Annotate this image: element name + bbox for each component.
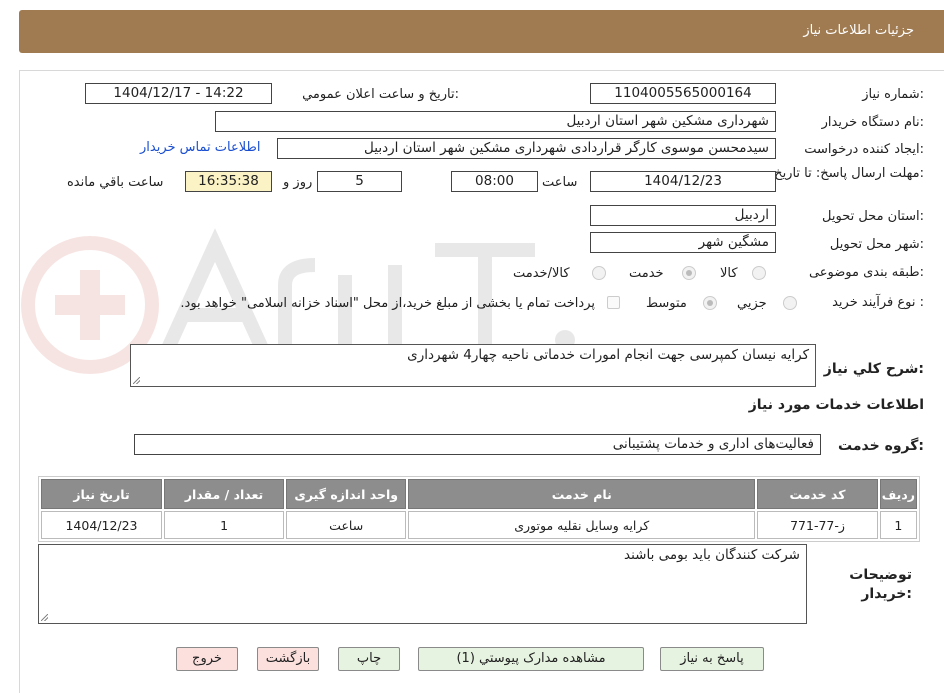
column-header-date: تاریخ نیاز	[41, 479, 162, 509]
announce-label: تاریخ و ساعت اعلان عمومي:	[302, 87, 459, 102]
notes-text: شرکت کنندگان باید بومی باشند	[624, 547, 800, 563]
page-title: جزئیات اطلاعات نیاز	[803, 23, 914, 38]
table-header-row: ردیف کد خدمت نام خدمت واحد اندازه گیری ت…	[41, 479, 917, 509]
creator-field[interactable]: سیدمحسن موسوی کارگر قراردادی شهرداری مشک…	[277, 138, 776, 159]
column-header-name: نام خدمت	[408, 479, 756, 509]
service-group-field[interactable]: فعالیت‌های اداری و خدمات پشتیبانی	[134, 434, 821, 455]
category-option-goods: کالا	[720, 266, 738, 281]
buyer-label: نام دستگاه خریدار:	[821, 115, 924, 130]
services-section-title: اطلاعات خدمات مورد نیاز	[748, 397, 924, 413]
process-radio-medium[interactable]	[703, 296, 717, 310]
category-label: طبقه بندی موضوعی:	[808, 265, 924, 280]
remaining-time-field: 16:35:38	[185, 171, 272, 192]
column-header-row-no: ردیف	[879, 479, 917, 509]
deadline-time-field[interactable]: 08:00	[451, 171, 538, 192]
need-number-field[interactable]: 1104005565000164	[590, 83, 776, 104]
payment-note: پرداخت تمام یا بخشی از مبلغ خرید،از محل …	[180, 296, 595, 311]
buyer-contact-link[interactable]: اطلاعات تماس خریدار	[140, 140, 260, 155]
column-header-qty: تعداد / مقدار	[164, 479, 285, 509]
cell-unit: ساعت	[286, 511, 407, 539]
description-field[interactable]: کرایه نیسان کمپرسی جهت انجام امورات خدما…	[130, 344, 816, 387]
exit-button[interactable]: خروج	[176, 647, 238, 671]
process-radio-minor[interactable]	[783, 296, 797, 310]
creator-label: ایجاد کننده درخواست:	[804, 142, 924, 157]
deadline-hour-label: ساعت	[542, 175, 578, 190]
notes-label: توضیحات خریدار:	[849, 567, 912, 602]
category-radio-goods[interactable]	[752, 266, 766, 280]
announce-field[interactable]: 1404/12/17 - 14:22	[85, 83, 272, 104]
city-label: شهر محل تحویل:	[829, 237, 924, 252]
resize-grip-icon[interactable]	[41, 614, 48, 621]
services-table: ردیف کد خدمت نام خدمت واحد اندازه گیری ت…	[38, 476, 920, 542]
category-option-both: کالا/خدمت	[513, 266, 570, 281]
process-option-medium: متوسط	[646, 296, 687, 311]
notes-field[interactable]: شرکت کنندگان باید بومی باشند	[38, 544, 807, 624]
description-label: شرح کلي نیاز:	[823, 361, 924, 377]
table-row[interactable]: 1 ز-77-771 کرایه وسایل نقلیه موتوری ساعت…	[41, 511, 917, 539]
days-field[interactable]: 5	[317, 171, 402, 192]
category-radio-service[interactable]	[682, 266, 696, 280]
cell-name: کرایه وسایل نقلیه موتوری	[408, 511, 756, 539]
city-field[interactable]: مشگین شهر	[590, 232, 776, 253]
days-label: روز و	[283, 175, 313, 190]
category-option-service: خدمت	[629, 266, 664, 281]
buyer-field[interactable]: شهرداری مشکین شهر استان اردبیل	[215, 111, 776, 132]
province-label: استان محل تحویل:	[822, 209, 924, 224]
page-header: جزئیات اطلاعات نیاز	[19, 10, 944, 53]
cell-code: ز-77-771	[757, 511, 878, 539]
resize-grip-icon[interactable]	[133, 377, 140, 384]
print-button[interactable]: چاپ	[338, 647, 400, 671]
need-number-label: شماره نیاز:	[862, 87, 924, 102]
back-button[interactable]: بازگشت	[257, 647, 319, 671]
deadline-label: مهلت ارسال پاسخ: تا تاریخ:	[774, 166, 924, 181]
column-header-code: کد خدمت	[757, 479, 878, 509]
process-label: نوع فرآیند خرید :	[832, 295, 924, 310]
column-header-unit: واحد اندازه گیری	[286, 479, 407, 509]
service-group-label: گروه خدمت:	[838, 438, 924, 454]
cell-qty: 1	[164, 511, 285, 539]
cell-date: 1404/12/23	[41, 511, 162, 539]
view-attachments-button[interactable]: مشاهده مدارک پیوستي (1)	[418, 647, 644, 671]
deadline-date-field[interactable]: 1404/12/23	[590, 171, 776, 192]
description-text: کرایه نیسان کمپرسی جهت انجام امورات خدما…	[407, 347, 809, 363]
reply-button[interactable]: پاسخ به نیاز	[660, 647, 764, 671]
process-option-minor: جزيي	[737, 296, 767, 311]
treasury-checkbox[interactable]	[607, 296, 620, 309]
category-radio-both[interactable]	[592, 266, 606, 280]
province-field[interactable]: اردبیل	[590, 205, 776, 226]
cell-row-no: 1	[879, 511, 917, 539]
remaining-label: ساعت باقي مانده	[67, 175, 164, 190]
